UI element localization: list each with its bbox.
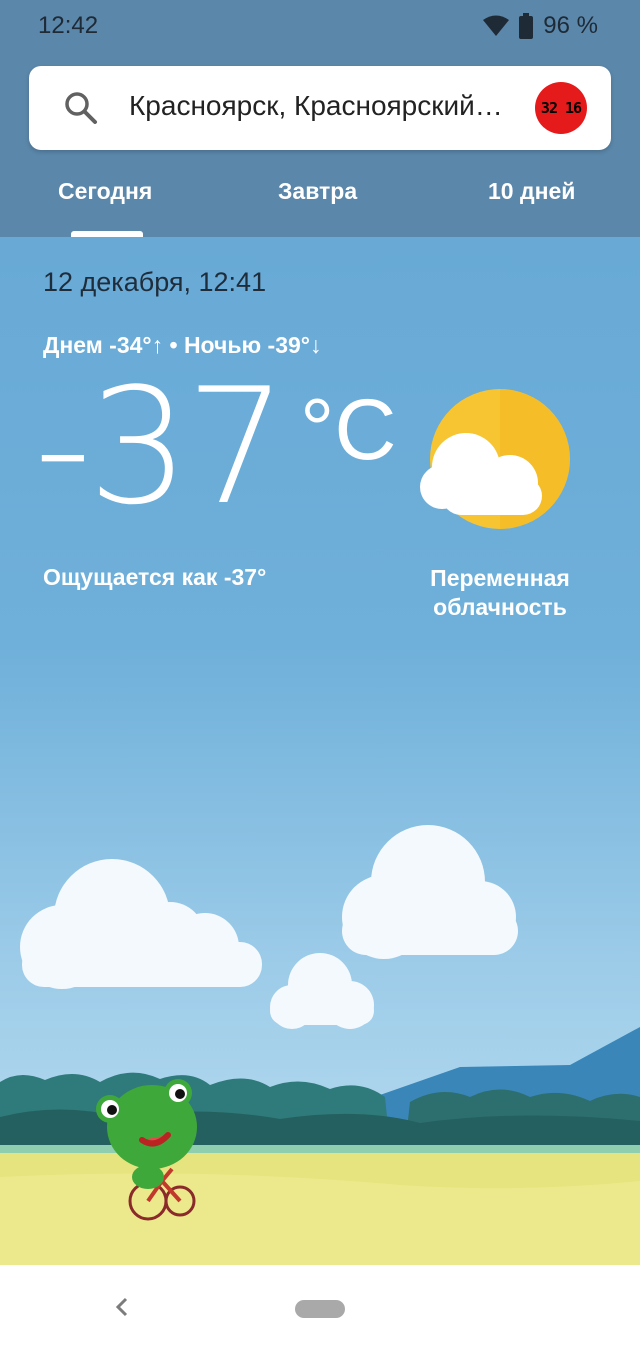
status-icons: 96 % [483,12,598,40]
tab-bar: Сегодня Завтра 10 дней [0,172,640,237]
avatar[interactable]: 32 16 [535,82,587,134]
tab-tomorrow[interactable]: Завтра [278,178,357,205]
app-header: 12:42 96 % Красноярск, Красноярский… 32 … [0,0,640,237]
location-search-bar[interactable]: Красноярск, Красноярский… 32 16 [29,66,611,150]
wifi-icon [483,15,510,37]
cloud-left [20,859,262,989]
location-name[interactable]: Красноярск, Красноярский… [129,90,514,122]
feels-like: Ощущается как -37° [43,564,267,590]
temperature-unit: °C [300,382,397,478]
home-button[interactable] [295,1300,345,1318]
cloud-small [270,953,374,1029]
condition-line-2: облачность [433,594,567,620]
date-time: 12 декабря, 12:41 [43,267,267,297]
tab-10-days[interactable]: 10 дней [488,178,575,205]
partly-cloudy-icon [418,387,578,542]
cloud-right [342,825,518,959]
condition-line-1: Переменная [430,565,570,591]
search-icon[interactable] [63,90,99,126]
current-temperature: -37 [34,353,287,540]
back-icon[interactable] [112,1295,132,1324]
landscape-illustration [0,825,640,1265]
battery-percent: 96 % [543,12,598,39]
weather-scene: 12 декабря, 12:41 Днем -34°↑ • Ночью -39… [0,237,640,1265]
battery-icon [519,13,534,39]
tab-today[interactable]: Сегодня [58,178,152,205]
system-navigation-bar [0,1265,640,1352]
weather-condition: Переменная облачность [405,564,595,622]
status-bar: 12:42 96 % [0,0,640,54]
status-time: 12:42 [38,12,99,39]
